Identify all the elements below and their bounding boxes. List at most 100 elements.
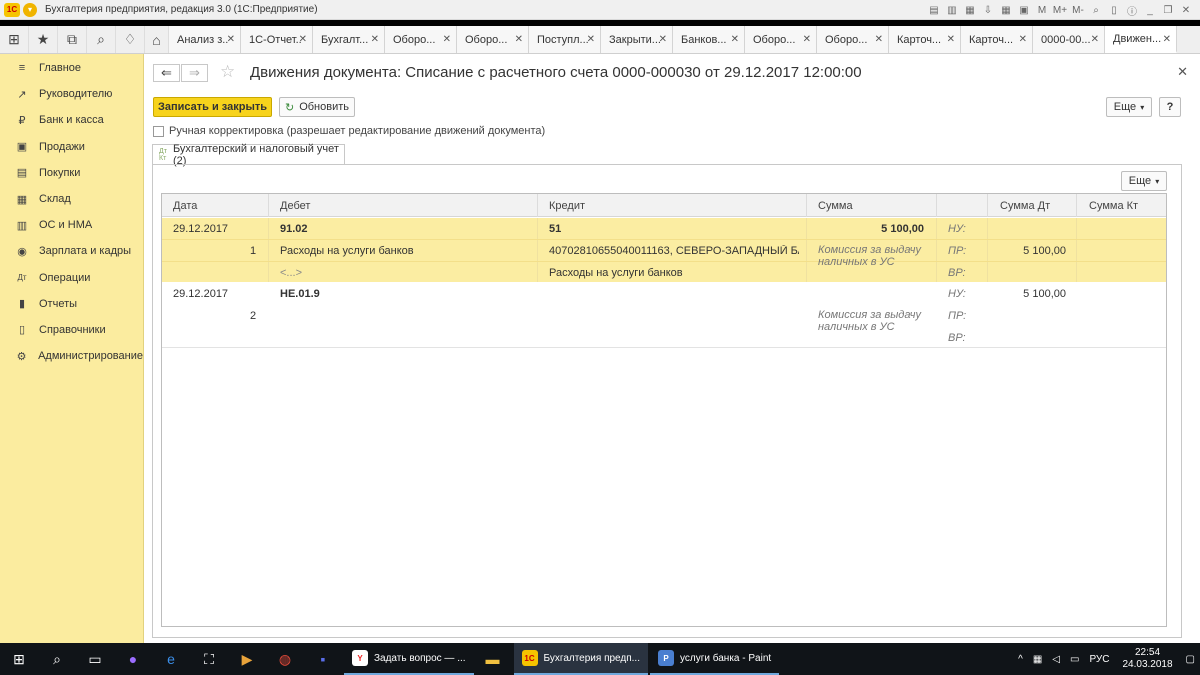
- copy-icon[interactable]: ▦: [962, 2, 978, 18]
- tab-accounting-tax[interactable]: Дт Кт Бухгалтерский и налоговый учет (2): [152, 143, 345, 167]
- tab-movements[interactable]: Движен... ✕: [1105, 26, 1177, 53]
- taskbar-app-paint[interactable]: P услуги банка - Paint: [650, 643, 780, 675]
- sidebar-item-assets[interactable]: ▥ ОС и НМА: [0, 212, 143, 238]
- forward-button[interactable]: ⇒: [181, 64, 208, 82]
- close-icon[interactable]: ✕: [731, 34, 739, 45]
- col-credit[interactable]: Кредит: [549, 200, 585, 212]
- close-icon[interactable]: ✕: [1163, 34, 1171, 45]
- sidebar-item-warehouse[interactable]: ▦ Склад: [0, 186, 143, 212]
- main-menu-icon[interactable]: ▾: [23, 2, 37, 17]
- close-icon[interactable]: ✕: [947, 34, 955, 45]
- battery-icon[interactable]: ▭: [1070, 654, 1079, 665]
- calendar-icon[interactable]: ▣: [1016, 2, 1032, 18]
- movements-table[interactable]: Дата Дебет Кредит Сумма Сумма Дт Сумма К…: [161, 193, 1167, 627]
- tab-closing[interactable]: Закрыти... ✕: [601, 26, 673, 53]
- chrome-icon[interactable]: ◍: [266, 643, 304, 675]
- col-sum-dt[interactable]: Сумма Дт: [1000, 200, 1050, 212]
- info-icon[interactable]: ⓘ: [1124, 2, 1140, 18]
- memory-minus-icon[interactable]: M-: [1070, 2, 1086, 18]
- home-icon[interactable]: ⌂: [145, 26, 169, 53]
- help-button[interactable]: ?: [1159, 97, 1181, 117]
- tab-bank[interactable]: Банков... ✕: [673, 26, 745, 53]
- panel-icon[interactable]: ▯: [1106, 2, 1122, 18]
- taskbar-app-1c[interactable]: 1С Бухгалтерия предп...: [513, 643, 648, 675]
- close-icon[interactable]: ✕: [1091, 34, 1099, 45]
- memory-icon[interactable]: M: [1034, 2, 1050, 18]
- keyboard-language[interactable]: РУС: [1089, 654, 1109, 665]
- col-debit[interactable]: Дебет: [280, 200, 310, 212]
- close-icon[interactable]: ✕: [587, 34, 595, 45]
- close-icon[interactable]: ✕: [515, 34, 523, 45]
- grid-icon[interactable]: ▦: [998, 2, 1014, 18]
- tab-turnover-1[interactable]: Оборо... ✕: [385, 26, 457, 53]
- alice-icon[interactable]: ●: [114, 643, 152, 675]
- close-icon[interactable]: ✕: [1019, 34, 1027, 45]
- sidebar-item-manager[interactable]: ↗ Руководителю: [0, 81, 143, 107]
- sidebar-item-references[interactable]: ▯ Справочники: [0, 317, 143, 343]
- sidebar-item-reports[interactable]: ▮ Отчеты: [0, 291, 143, 317]
- tab-accounting[interactable]: Бухгалт... ✕: [313, 26, 385, 53]
- media-icon[interactable]: ▶: [228, 643, 266, 675]
- floppy-icon[interactable]: ▪: [304, 643, 342, 675]
- close-icon[interactable]: ✕: [299, 34, 307, 45]
- sidebar-item-admin[interactable]: ⚙ Администрирование: [0, 343, 143, 369]
- clock[interactable]: 22:54 24.03.2018: [1122, 647, 1172, 671]
- more-button[interactable]: Еще ▾: [1106, 97, 1152, 117]
- col-date[interactable]: Дата: [173, 200, 197, 212]
- attach-icon[interactable]: ⇩: [980, 2, 996, 18]
- tab-document[interactable]: 0000-00... ✕: [1033, 26, 1105, 53]
- grid-more-button[interactable]: Еще ▾: [1121, 171, 1167, 191]
- favorites-star-icon[interactable]: ★: [29, 26, 58, 53]
- col-sum-kt[interactable]: Сумма Кт: [1089, 200, 1138, 212]
- close-icon[interactable]: ✕: [875, 34, 883, 45]
- manual-edit-checkbox[interactable]: [153, 125, 164, 137]
- zoom-icon[interactable]: ⌕: [1088, 2, 1104, 18]
- windows-start-icon[interactable]: ⊞: [0, 643, 38, 675]
- tab-card-1[interactable]: Карточ... ✕: [889, 26, 961, 53]
- tab-turnover-4[interactable]: Оборо... ✕: [817, 26, 889, 53]
- memory-plus-icon[interactable]: M+: [1052, 2, 1068, 18]
- close-icon[interactable]: ✕: [803, 34, 811, 45]
- search-icon[interactable]: ⌕: [87, 26, 116, 53]
- search-icon[interactable]: ⌕: [38, 643, 76, 675]
- minimize-icon[interactable]: _: [1142, 2, 1158, 18]
- tab-analysis[interactable]: Анализ з... ✕: [169, 26, 241, 53]
- chevron-up-icon[interactable]: ^: [1018, 654, 1023, 665]
- restore-icon[interactable]: ❐: [1160, 2, 1176, 18]
- sidebar-item-salary[interactable]: ◉ Зарплата и кадры: [0, 238, 143, 264]
- col-sum[interactable]: Сумма: [818, 200, 853, 212]
- tab-1c-report[interactable]: 1С-Отчет... ✕: [241, 26, 313, 53]
- refresh-button[interactable]: ↻ Обновить: [279, 97, 355, 117]
- sidebar-item-main[interactable]: ≡ Главное: [0, 55, 143, 81]
- sidebar-item-bank[interactable]: ₽ Банк и касса: [0, 107, 143, 133]
- store-icon[interactable]: ⛶: [190, 643, 228, 675]
- sidebar-item-operations[interactable]: Дт Операции: [0, 265, 143, 291]
- taskbar-app-browser[interactable]: Y Задать вопрос — ...: [344, 643, 474, 675]
- notifications-icon[interactable]: ▢: [1186, 654, 1195, 665]
- close-window-icon[interactable]: ✕: [1178, 2, 1194, 18]
- save-and-close-button[interactable]: Записать и закрыть: [153, 97, 272, 117]
- tab-turnover-3[interactable]: Оборо... ✕: [745, 26, 817, 53]
- volume-icon[interactable]: ◁: [1052, 654, 1060, 665]
- sidebar-item-purchases[interactable]: ▤ Покупки: [0, 160, 143, 186]
- tab-receipt[interactable]: Поступл... ✕: [529, 26, 601, 53]
- close-form-icon[interactable]: ✕: [1177, 64, 1188, 80]
- task-view-icon[interactable]: ▭: [76, 643, 114, 675]
- close-icon[interactable]: ✕: [443, 34, 451, 45]
- close-icon[interactable]: ✕: [659, 34, 667, 45]
- apps-grid-icon[interactable]: ⊞: [0, 26, 29, 53]
- network-icon[interactable]: ▦: [1033, 654, 1042, 665]
- print-icon[interactable]: ▤: [926, 2, 942, 18]
- bell-icon[interactable]: ♢: [116, 26, 145, 53]
- table-row[interactable]: 29.12.2017 91.02 51 5 100,00 НУ: 1 Расхо…: [162, 218, 1166, 282]
- edge-icon[interactable]: e: [152, 643, 190, 675]
- table-row[interactable]: 29.12.2017 НЕ.01.9 НУ: 5 100,00 2 Комисс…: [162, 282, 1166, 348]
- favorite-star-icon[interactable]: ☆: [220, 62, 235, 82]
- tab-card-2[interactable]: Карточ... ✕: [961, 26, 1033, 53]
- save-icon[interactable]: ▥: [944, 2, 960, 18]
- back-button[interactable]: ⇐: [153, 64, 180, 82]
- close-icon[interactable]: ✕: [371, 34, 379, 45]
- folder-icon[interactable]: ▬: [474, 643, 512, 675]
- history-icon[interactable]: ⧉: [58, 26, 87, 53]
- sidebar-item-sales[interactable]: ▣ Продажи: [0, 134, 143, 160]
